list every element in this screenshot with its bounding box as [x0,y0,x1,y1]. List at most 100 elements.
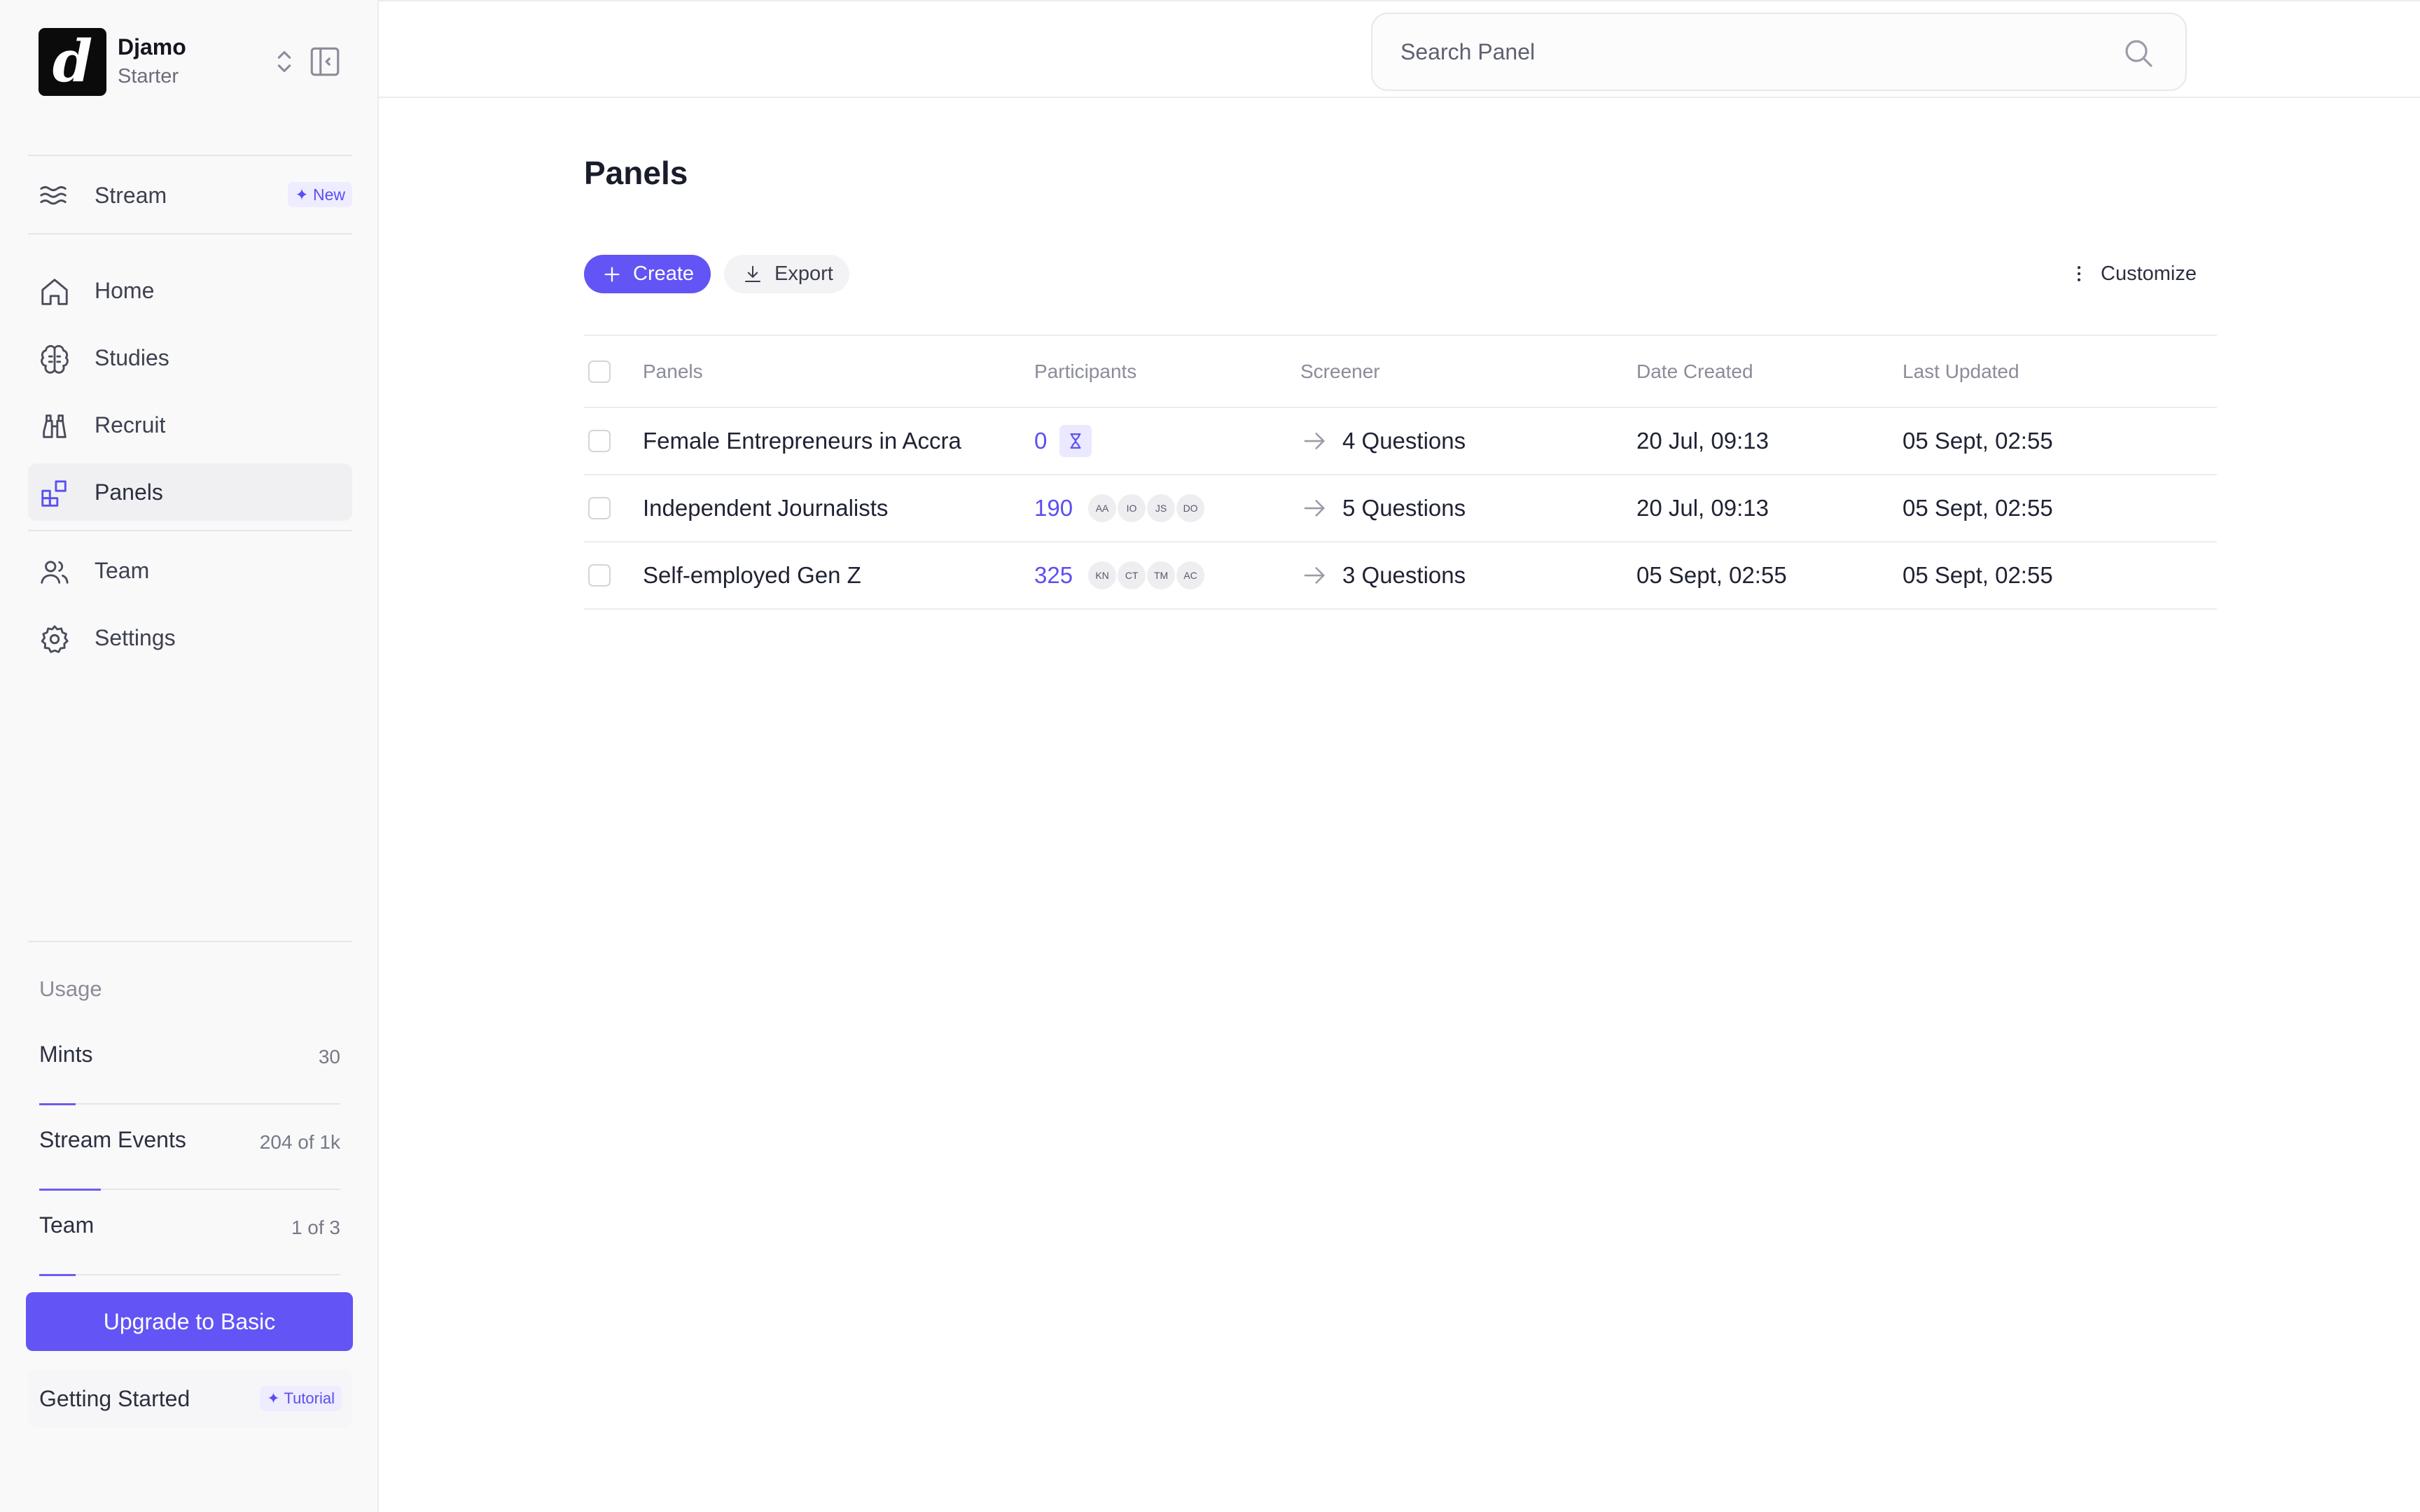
screener-questions: 3 Questions [1342,562,1466,588]
nav-panels[interactable]: Panels [28,463,352,521]
nav-team-label: Team [95,558,150,583]
workspace-plan: Starter [118,65,179,88]
usage-team: Team 1 of 3 [39,1210,340,1276]
avatar-group: AA IO JS DO [1087,493,1206,524]
avatar: TM [1146,560,1177,591]
panels-table: Panels Participants Screener Date Create… [584,335,2217,610]
more-vertical-icon [2077,266,2081,281]
arrow-right-icon [1304,500,1325,517]
create-button[interactable]: Create [584,255,711,293]
panel-name[interactable]: Self-employed Gen Z [643,542,861,608]
plus-icon [604,267,620,281]
table-row[interactable]: Self-employed Gen Z 325 KN CT TM AC 3 Qu… [584,542,2217,610]
nav-home-label: Home [95,278,155,303]
screener-cell[interactable]: 4 Questions [1300,408,1466,474]
participant-count[interactable]: 190 [1034,495,1073,522]
export-button[interactable]: Export [724,255,849,293]
screener-cell[interactable]: 3 Questions [1300,542,1466,608]
panel-name[interactable]: Independent Journalists [643,475,888,541]
tutorial-badge: ✦ Tutorial [260,1386,342,1411]
hourglass-icon [1059,425,1092,457]
divider [28,530,352,531]
customize-button[interactable]: Customize [2068,256,2197,291]
column-header[interactable]: Screener [1300,336,1380,407]
getting-started-label: Getting Started [39,1386,190,1411]
new-badge: ✦ New [288,182,352,207]
avatar: IO [1116,493,1148,524]
nav-settings[interactable]: Settings [28,609,352,666]
nav-team[interactable]: Team [28,542,352,599]
nav-stream-label: Stream [95,183,167,208]
last-updated: 05 Sept, 02:55 [1903,562,2053,588]
usage-progress [39,1189,340,1191]
nav-studies[interactable]: Studies [28,329,352,386]
usage-label: Mints [39,1042,93,1067]
nav-stream[interactable]: Stream ✦ New [28,167,352,224]
arrow-right-icon [1304,567,1325,584]
search-box[interactable] [1371,13,2187,91]
brain-icon [41,344,69,374]
divider [28,941,352,942]
waves-icon [40,186,67,205]
nav-settings-label: Settings [95,625,176,650]
avatar: JS [1146,493,1177,524]
usage-label: Stream Events [39,1127,186,1152]
top-bar [379,0,2420,98]
create-label: Create [633,262,695,285]
nav-panels-label: Panels [95,479,163,505]
usage-label: Team [39,1212,95,1238]
avatar: DO [1175,493,1206,524]
avatar: AA [1087,493,1118,524]
getting-started-link[interactable]: Getting Started ✦ Tutorial [28,1369,352,1428]
participant-count[interactable]: 0 [1034,428,1047,454]
avatar-group: KN CT TM AC [1087,560,1206,591]
workspace-logo: d [39,27,106,96]
download-icon [745,265,760,282]
workspace-name: Djamo [118,34,186,59]
divider [28,233,352,234]
usage-mints: Mints 30 [39,1039,340,1105]
table-row[interactable]: Independent Journalists 190 AA IO JS DO … [584,475,2217,542]
usage-value: 1 of 3 [291,1217,340,1238]
usage-progress [39,1274,340,1276]
search-input[interactable] [1400,34,2101,70]
usage-value: 30 [318,1046,340,1068]
row-checkbox[interactable] [588,497,611,519]
usage-title: Usage [39,976,102,1001]
participants-cell: 0 [1034,408,1092,474]
screener-cell[interactable]: 5 Questions [1300,475,1466,541]
binoculars-icon [43,414,67,438]
participant-count[interactable]: 325 [1034,562,1073,589]
row-checkbox[interactable] [588,564,611,587]
chevron-up-down-icon[interactable] [268,46,300,78]
users-icon [41,561,69,584]
workspace-switcher[interactable]: d Djamo Starter [39,27,354,96]
nav-home[interactable]: Home [28,262,352,319]
usage-stream-events: Stream Events 204 of 1k [39,1124,340,1191]
row-checkbox[interactable] [588,430,611,452]
avatar: CT [1116,560,1148,591]
page-title: Panels [584,155,688,191]
usage-value: 204 of 1k [259,1131,340,1153]
select-all-checkbox[interactable] [588,360,611,383]
export-label: Export [774,262,833,285]
gear-icon [41,625,69,653]
home-icon [41,279,68,305]
participants-cell: 325 KN CT TM AC [1034,542,1206,608]
screener-questions: 5 Questions [1342,495,1466,521]
nav-recruit[interactable]: Recruit [28,396,352,454]
panel-name[interactable]: Female Entrepreneurs in Accra [643,408,961,474]
column-header[interactable]: Last Updated [1903,336,2019,407]
date-created: 20 Jul, 09:13 [1636,428,1769,454]
column-header[interactable]: Participants [1034,336,1136,407]
usage-progress [39,1103,340,1105]
search-icon[interactable] [2122,36,2155,70]
collapse-sidebar-icon[interactable] [307,44,342,79]
column-header[interactable]: Panels [643,336,703,407]
last-updated: 05 Sept, 02:55 [1903,495,2053,521]
upgrade-button[interactable]: Upgrade to Basic [26,1292,353,1351]
avatar: AC [1175,560,1206,591]
table-header: Panels Participants Screener Date Create… [584,335,2217,408]
column-header[interactable]: Date Created [1636,336,1753,407]
table-row[interactable]: Female Entrepreneurs in Accra 0 4 Questi… [584,408,2217,475]
